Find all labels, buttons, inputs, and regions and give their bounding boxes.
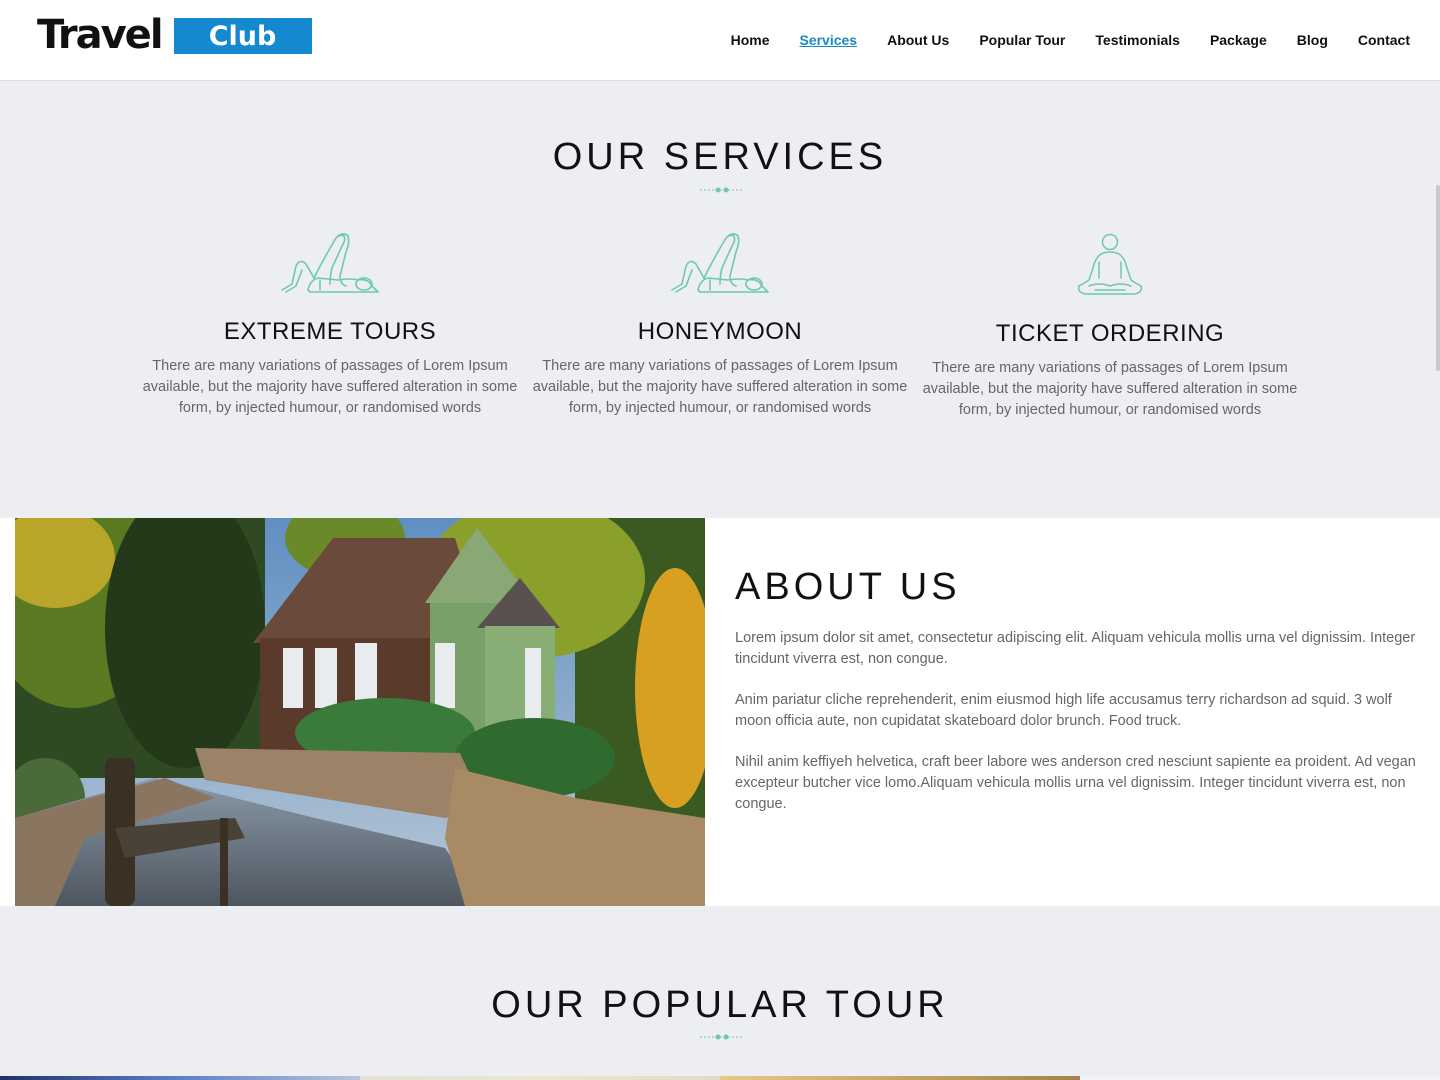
tour-image[interactable] bbox=[720, 1076, 1080, 1080]
about-title: ABOUT US bbox=[735, 566, 961, 608]
service-title: TICKET ORDERING bbox=[995, 320, 1225, 347]
about-paragraph: Lorem ipsum dolor sit amet, consectetur … bbox=[735, 630, 1416, 667]
meditation-icon bbox=[1077, 233, 1143, 295]
about-image bbox=[15, 518, 705, 906]
site-header: Travel Club Home Services About Us Popul… bbox=[0, 0, 1440, 81]
main-nav: Home Services About Us Popular Tour Test… bbox=[701, 30, 1410, 50]
service-description: There are many variations of passages of… bbox=[922, 360, 1298, 418]
service-card-extreme-tours: EXTREME TOURS There are many variations … bbox=[140, 232, 520, 419]
reclining-figure-icon bbox=[671, 233, 769, 293]
popular-tour-title: OUR POPULAR TOUR bbox=[491, 984, 949, 1026]
about-paragraph: Nihil anim keffiyeh helvetica, craft bee… bbox=[735, 754, 1416, 812]
section-divider-icon bbox=[700, 187, 742, 193]
cabin-garden-photo bbox=[15, 518, 705, 906]
nav-testimonials[interactable]: Testimonials bbox=[1095, 30, 1180, 50]
service-description: There are many variations of passages of… bbox=[142, 358, 518, 416]
service-card-honeymoon: HONEYMOON There are many variations of p… bbox=[530, 232, 910, 419]
scrollbar-thumb[interactable] bbox=[1436, 185, 1440, 371]
about-section: ABOUT US Lorem ipsum dolor sit amet, con… bbox=[0, 518, 1440, 906]
nav-home[interactable]: Home bbox=[731, 30, 770, 50]
tour-image[interactable] bbox=[1080, 1076, 1440, 1080]
logo[interactable]: Travel Club bbox=[37, 15, 312, 55]
about-text: Lorem ipsum dolor sit amet, consectetur … bbox=[735, 628, 1425, 835]
service-card-ticket-ordering: TICKET ORDERING There are many variation… bbox=[920, 232, 1300, 421]
services-title: OUR SERVICES bbox=[552, 136, 888, 178]
about-paragraph: Anim pariatur cliche reprehenderit, enim… bbox=[735, 692, 1392, 729]
tour-gallery-strip bbox=[0, 1076, 1440, 1080]
logo-text-club: Club bbox=[173, 18, 312, 54]
tour-image[interactable] bbox=[360, 1076, 720, 1080]
nav-services[interactable]: Services bbox=[799, 30, 857, 50]
nav-contact[interactable]: Contact bbox=[1358, 30, 1410, 50]
service-title: EXTREME TOURS bbox=[223, 318, 437, 345]
section-divider-icon bbox=[700, 1034, 742, 1040]
logo-text-travel: Travel bbox=[37, 12, 164, 58]
reclining-figure-icon bbox=[281, 233, 379, 293]
nav-blog[interactable]: Blog bbox=[1297, 30, 1328, 50]
tour-image[interactable] bbox=[0, 1076, 360, 1080]
service-title: HONEYMOON bbox=[637, 318, 803, 345]
nav-popular-tour[interactable]: Popular Tour bbox=[979, 30, 1065, 50]
service-description: There are many variations of passages of… bbox=[532, 358, 908, 416]
nav-about-us[interactable]: About Us bbox=[887, 30, 949, 50]
nav-package[interactable]: Package bbox=[1210, 30, 1267, 50]
